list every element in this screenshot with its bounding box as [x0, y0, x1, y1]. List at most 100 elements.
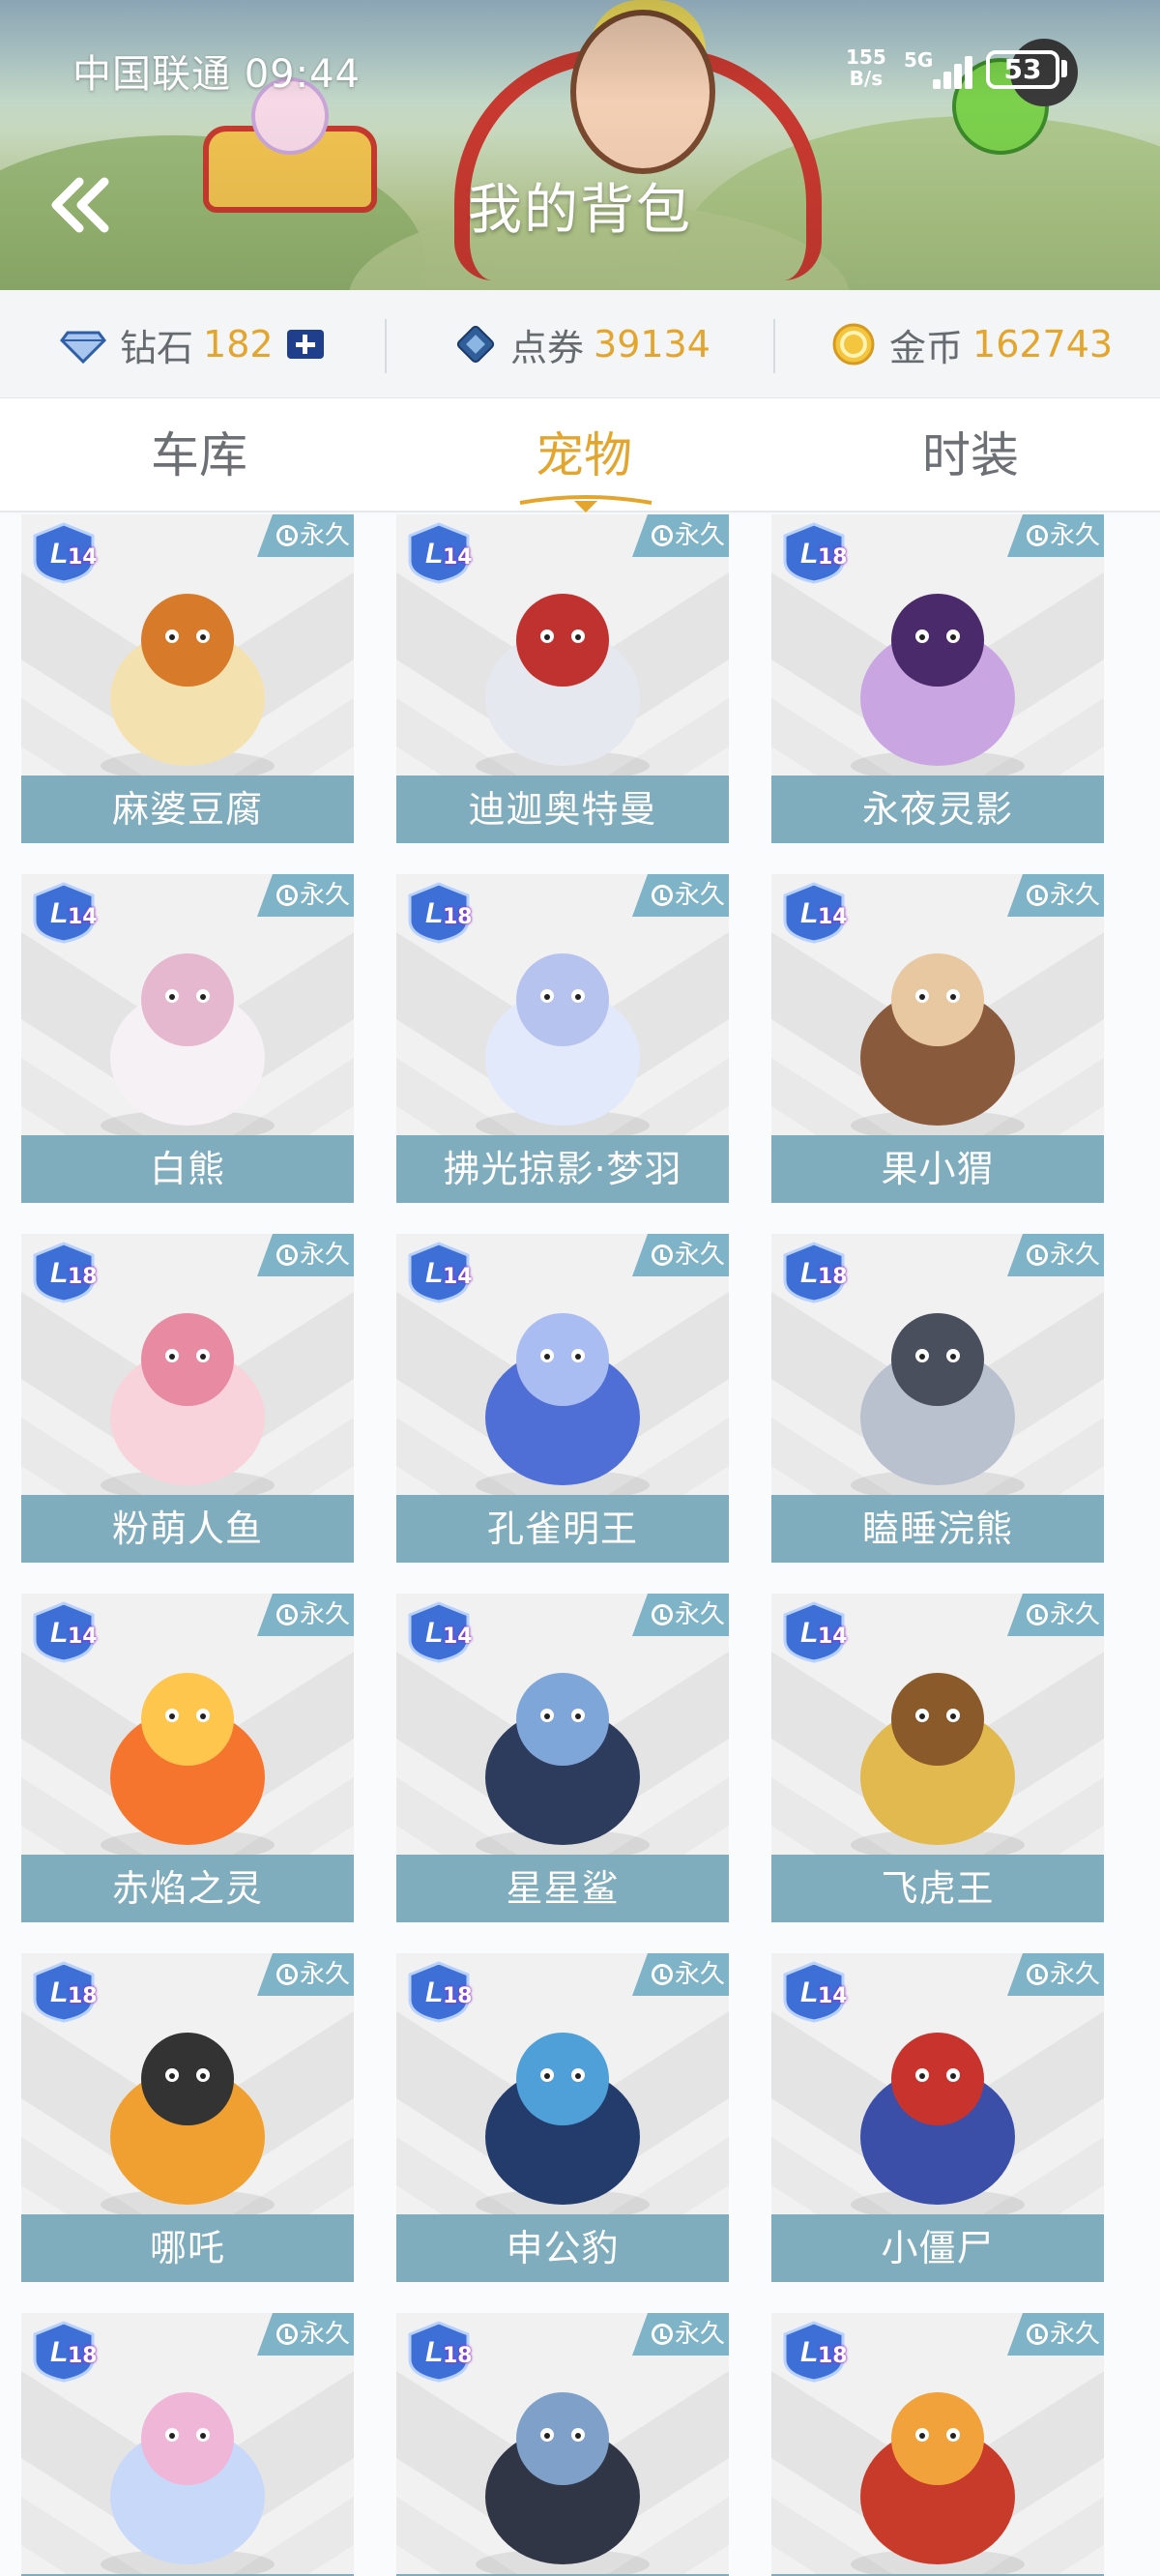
pet-card[interactable]: L 14 永久 孔雀明王	[396, 1234, 729, 1563]
clock-icon	[1027, 1604, 1048, 1625]
pet-card[interactable]: L 14 永久迪迦奥特曼	[396, 514, 729, 843]
pet-name: 星星鲨	[396, 1855, 729, 1922]
pet-card[interactable]: L 14 永久 果小猬	[771, 874, 1104, 1203]
currency-diamond: 钻石 182	[60, 290, 324, 398]
tab-fashion[interactable]: 时装	[826, 398, 1116, 512]
duration-tag: 永久	[1007, 1234, 1104, 1276]
svg-text:L: L	[800, 1617, 818, 1649]
pet-card[interactable]: L 18 永久	[21, 2313, 354, 2576]
pet-image	[476, 1673, 650, 1860]
duration-label: 永久	[1050, 1241, 1101, 1270]
svg-text:L: L	[425, 2336, 443, 2368]
clock-icon	[652, 2324, 673, 2345]
level-number: 18	[443, 905, 473, 929]
pet-image	[476, 2392, 650, 2576]
tab-garage[interactable]: 车库	[54, 398, 344, 512]
svg-text:L: L	[50, 1257, 68, 1289]
pet-card[interactable]: L 14 永久 麻婆豆腐	[21, 514, 354, 843]
currency-coupon: 点券 39134	[454, 290, 710, 398]
duration-label: 永久	[1050, 521, 1101, 550]
pet-image	[101, 2392, 275, 2576]
duration-tag: 永久	[1007, 514, 1104, 557]
duration-tag: 永久	[257, 2313, 354, 2356]
pet-card[interactable]: L 14 永久 小僵尸	[771, 1953, 1104, 2282]
clock-icon	[652, 525, 673, 546]
pet-name: 孔雀明王	[396, 1495, 729, 1563]
pet-card[interactable]: L 18 永久	[396, 2313, 729, 2576]
add-diamond-icon[interactable]	[286, 330, 324, 359]
currency-bar: 钻石 182 点券 39134 金币 162743	[0, 290, 1160, 398]
clock-icon	[276, 1244, 298, 1266]
clock-icon	[1027, 885, 1048, 906]
level-number: 14	[68, 905, 98, 929]
pet-image	[851, 953, 1025, 1141]
clock-icon	[1027, 1244, 1048, 1266]
pet-image	[851, 1673, 1025, 1860]
pet-name: 飞虎王	[771, 1855, 1104, 1922]
duration-label: 永久	[1050, 2320, 1101, 2349]
duration-label: 永久	[675, 521, 726, 550]
pet-card[interactable]: L 14 永久白熊	[21, 874, 354, 1203]
pet-name: 迪迦奥特曼	[396, 776, 729, 843]
duration-label: 永久	[675, 1960, 726, 1989]
pet-card[interactable]: L 18 永久	[771, 2313, 1104, 2576]
duration-tag: 永久	[257, 874, 354, 917]
duration-label: 永久	[300, 881, 351, 910]
duration-label: 永久	[675, 2320, 726, 2349]
svg-text:L: L	[50, 1617, 68, 1649]
clock-icon	[276, 525, 298, 546]
level-number: 18	[443, 1984, 473, 2008]
duration-tag: 永久	[632, 2313, 729, 2356]
svg-text:L: L	[800, 538, 818, 570]
pet-card[interactable]: L 14 永久 飞虎王	[771, 1594, 1104, 1922]
pet-image	[101, 2033, 275, 2220]
network-type: 5G	[904, 48, 934, 72]
diamond-icon	[60, 331, 106, 364]
clock-icon	[276, 2324, 298, 2345]
clock-icon	[276, 1604, 298, 1625]
duration-label: 永久	[675, 1600, 726, 1629]
duration-tag: 永久	[257, 1594, 354, 1636]
duration-tag: 永久	[632, 1234, 729, 1276]
pet-name: 拂光掠影·梦羽	[396, 1135, 729, 1203]
gold-label: 金币	[889, 326, 964, 369]
duration-tag: 永久	[257, 1234, 354, 1276]
svg-text:L: L	[425, 538, 443, 570]
pet-card[interactable]: L 18 永久 永夜灵影	[771, 514, 1104, 843]
divider	[773, 319, 775, 373]
pet-card[interactable]: L 18 永久 申公豹	[396, 1953, 729, 2282]
pet-name: 果小猬	[771, 1135, 1104, 1203]
duration-label: 永久	[1050, 1960, 1101, 1989]
pet-name: 瞌睡浣熊	[771, 1495, 1104, 1563]
diamond-label: 钻石	[120, 326, 194, 369]
pet-card[interactable]: L 18 永久 哪吒	[21, 1953, 354, 2282]
svg-text:L: L	[50, 2336, 68, 2368]
coupon-label: 点券	[510, 326, 585, 369]
pet-name: 白熊	[21, 1135, 354, 1203]
duration-tag: 永久	[1007, 2313, 1104, 2356]
svg-text:L: L	[50, 897, 68, 929]
level-number: 18	[818, 2344, 848, 2368]
svg-text:L: L	[425, 1257, 443, 1289]
level-number: 14	[818, 905, 848, 929]
clock-icon	[652, 885, 673, 906]
pet-image	[101, 953, 275, 1141]
pet-name: 粉萌人鱼	[21, 1495, 354, 1563]
pet-card[interactable]: L 18 永久 拂光掠影·梦羽	[396, 874, 729, 1203]
pet-card[interactable]: L 18 永久 粉萌人鱼	[21, 1234, 354, 1563]
status-bar: 中国联通 09:44 155 B/s 5G 53	[0, 0, 1160, 135]
duration-tag: 永久	[257, 514, 354, 557]
pet-name: 麻婆豆腐	[21, 776, 354, 843]
pet-image	[101, 1313, 275, 1501]
level-number: 14	[443, 545, 473, 570]
pet-card[interactable]: L 18 永久 瞌睡浣熊	[771, 1234, 1104, 1563]
currency-gold: 金币 162743	[831, 290, 1113, 398]
clock-icon	[1027, 2324, 1048, 2345]
signal-icon	[933, 50, 981, 89]
pet-image	[476, 594, 650, 781]
pet-card[interactable]: L 14 永久 赤焰之灵	[21, 1594, 354, 1922]
pet-image	[476, 2033, 650, 2220]
pet-card[interactable]: L 14 永久 星星鲨	[396, 1594, 729, 1922]
pet-name: 小僵尸	[771, 2214, 1104, 2282]
coupon-icon	[456, 325, 495, 364]
